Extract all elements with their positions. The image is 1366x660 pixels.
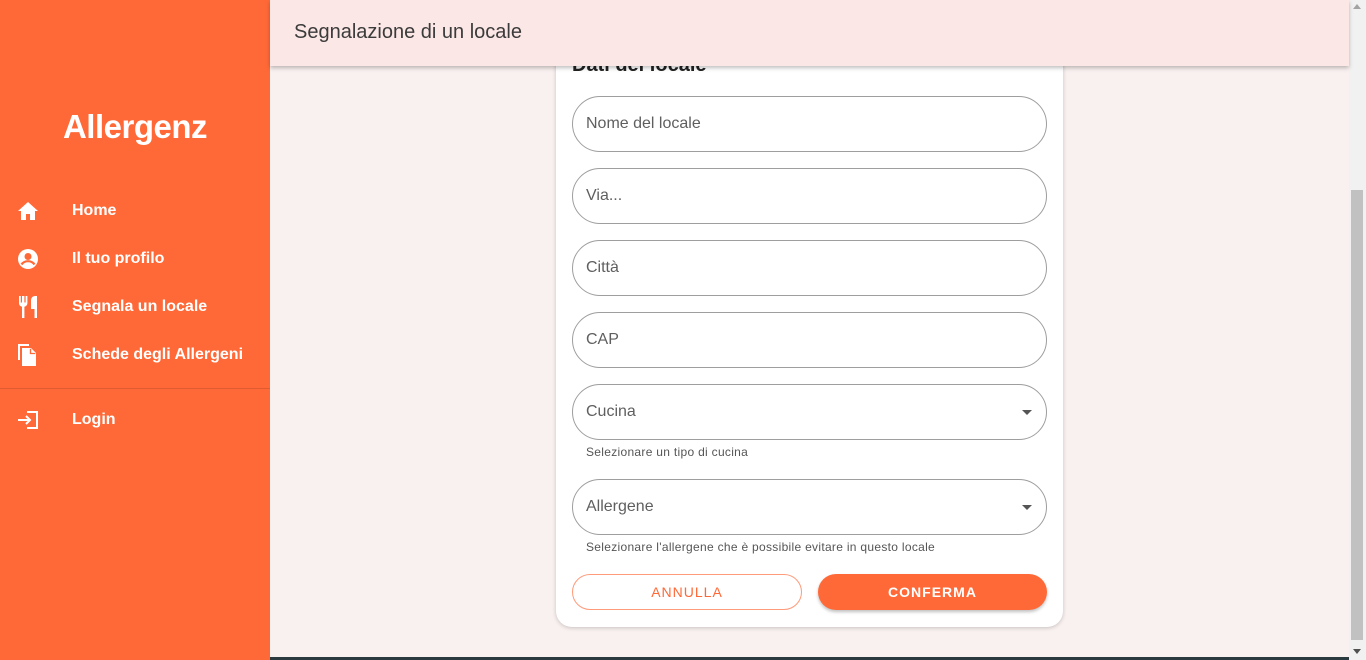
home-icon [16,199,40,223]
scrollbar-thumb[interactable] [1351,190,1363,640]
sidebar-item-allergen-sheets[interactable]: Schede degli Allergeni [0,335,270,375]
sidebar-item-profile[interactable]: Il tuo profilo [0,239,270,279]
city-input[interactable] [586,241,1026,295]
scroll-down-arrow-icon[interactable] [1353,649,1361,654]
cuisine-hint: Selezionare un tipo di cucina [586,445,749,459]
dropdown-arrow-icon [1022,410,1032,415]
cancel-button[interactable]: ANNULLA [572,574,802,610]
sidebar-item-label: Il tuo profilo [72,250,165,267]
sidebar-item-home[interactable]: Home [0,191,270,231]
allergen-hint: Selezionare l'allergene che è possibile … [586,540,936,554]
sidebar-divider [0,388,270,389]
place-name-input[interactable] [586,97,1026,151]
account-circle-icon [16,247,40,271]
top-app-bar: Segnalazione di un locale [270,0,1349,66]
scroll-up-arrow-icon[interactable] [1353,4,1361,9]
restaurant-icon [16,295,40,319]
sidebar-item-login[interactable]: Login [0,400,270,440]
app-logo[interactable]: Allergenz [0,108,270,146]
vertical-scrollbar[interactable] [1349,0,1366,660]
login-icon [16,408,40,432]
cuisine-select[interactable]: Cucina [572,384,1047,440]
report-form-card: Dati del locale Cucina Selezionare un ti… [556,30,1063,627]
sidebar-item-label: Schede degli Allergeni [72,346,244,363]
cap-input[interactable] [586,313,1026,367]
sidebar-item-label: Segnala un locale [72,298,208,315]
sidebar-item-report-place[interactable]: Segnala un locale [0,287,270,327]
allergen-select-label: Allergene [586,498,654,515]
cuisine-select-label: Cucina [586,403,636,420]
sidebar-item-label: Home [72,202,117,219]
city-field[interactable] [572,240,1047,296]
sidebar-item-label: Login [72,411,116,428]
street-field[interactable] [572,168,1047,224]
allergen-select[interactable]: Allergene [572,479,1047,535]
street-input[interactable] [586,169,1026,223]
cap-field[interactable] [572,312,1047,368]
file-copy-icon [16,343,40,367]
confirm-button[interactable]: CONFERMA [818,574,1047,610]
page-title: Segnalazione di un locale [294,21,522,43]
place-name-field[interactable] [572,96,1047,152]
sidebar: Allergenz Home Il tuo profilo Segnala un… [0,0,270,660]
dropdown-arrow-icon [1022,505,1032,510]
